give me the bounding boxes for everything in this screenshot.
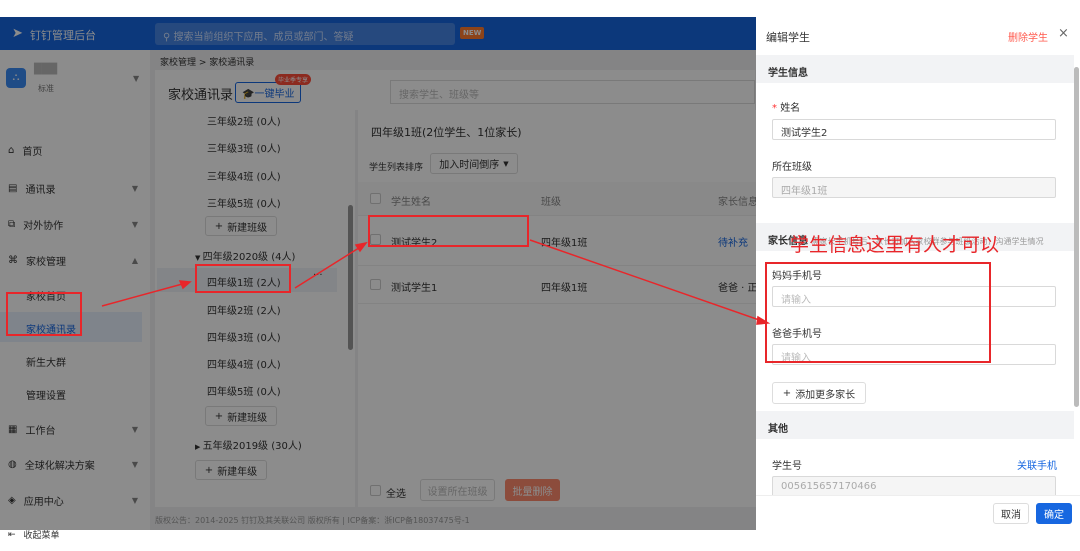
arrow-line bbox=[101, 282, 187, 307]
arrow-line bbox=[294, 245, 363, 289]
arrow-head bbox=[756, 315, 771, 325]
arrow-head bbox=[178, 280, 192, 290]
arrow-head bbox=[354, 241, 368, 253]
annotation-arrows bbox=[101, 239, 771, 325]
arrow-line bbox=[529, 239, 766, 323]
